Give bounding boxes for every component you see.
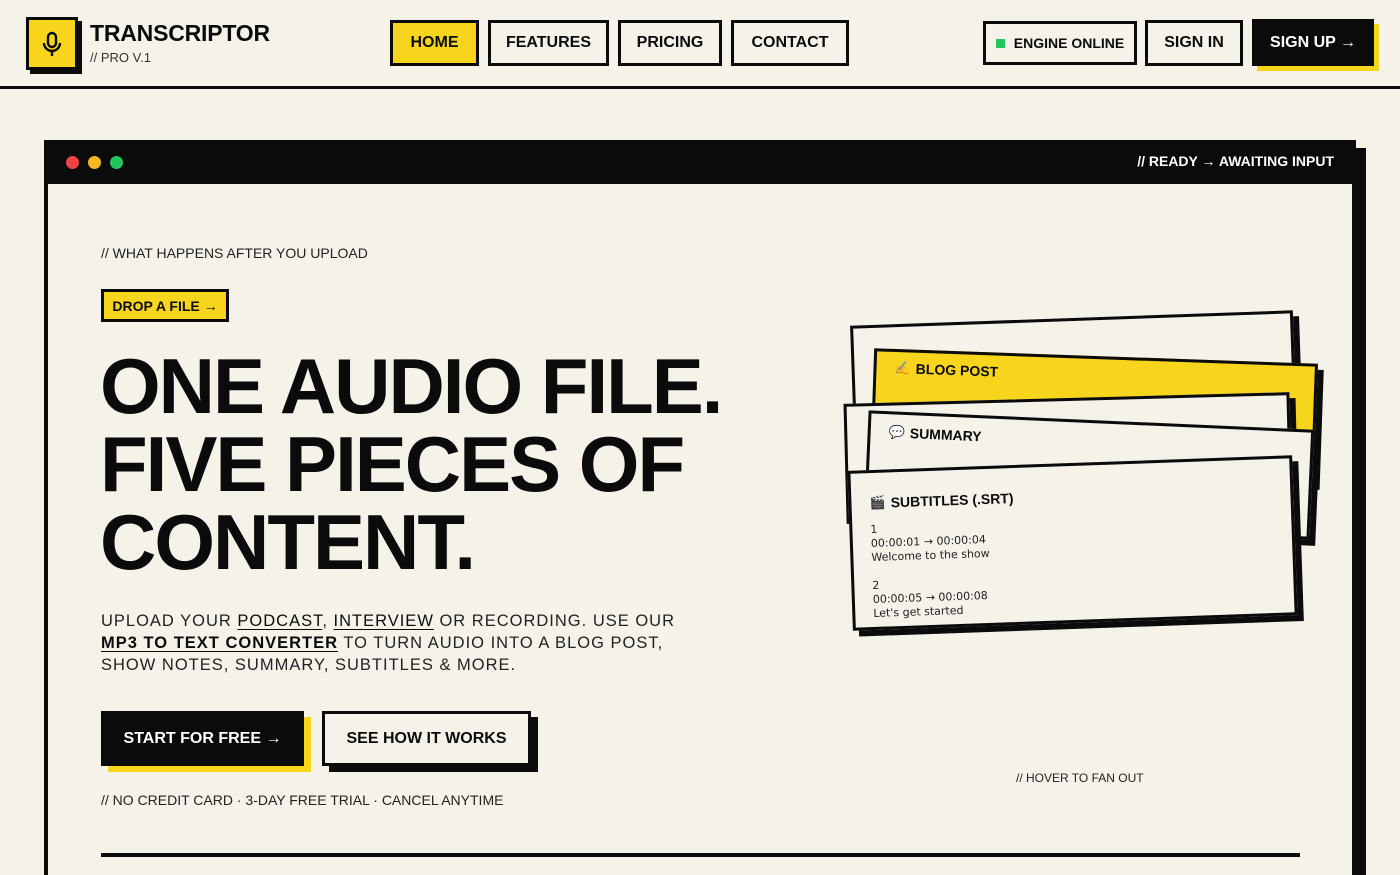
window-minimize-dot bbox=[88, 156, 101, 169]
hero-description: UPLOAD YOUR PODCAST, INTERVIEW OR RECORD… bbox=[101, 610, 711, 676]
engine-status-badge: ENGINE ONLINE bbox=[983, 21, 1137, 65]
see-how-it-works-button[interactable]: SEE HOW IT WORKS bbox=[322, 711, 531, 766]
window-maximize-dot bbox=[110, 156, 123, 169]
drop-file-button[interactable]: DROP A FILE → bbox=[101, 289, 229, 322]
microphone-icon bbox=[42, 31, 62, 56]
hover-hint: // HOVER TO FAN OUT bbox=[1016, 771, 1144, 785]
speech-bubble-icon: 💬 bbox=[888, 424, 906, 440]
clapperboard-icon: 🎬 bbox=[869, 494, 886, 511]
headline-line-1: ONE AUDIO FILE. bbox=[100, 342, 723, 430]
card-title-subtitles: SUBTITLES (.SRT) bbox=[890, 490, 1014, 511]
desc-text-1: UPLOAD YOUR bbox=[101, 612, 238, 630]
sign-up-button[interactable]: SIGN UP → bbox=[1252, 19, 1374, 66]
nav-pricing[interactable]: PRICING bbox=[618, 20, 722, 66]
start-for-free-button[interactable]: START FOR FREE → bbox=[101, 711, 304, 766]
nav-home[interactable]: HOME bbox=[390, 20, 479, 66]
window-titlebar: // READY → AWAITING INPUT bbox=[44, 140, 1356, 184]
logo-mark[interactable] bbox=[26, 17, 78, 70]
desc-text-2: , bbox=[322, 612, 334, 630]
window-close-dot bbox=[66, 156, 79, 169]
headline-line-2: FIVE PIECES OF bbox=[100, 420, 685, 508]
desc-text-3: OR RECORDING. USE OUR bbox=[433, 612, 675, 630]
card-title-blog-post: BLOG POST bbox=[915, 360, 999, 380]
podcast-link[interactable]: PODCAST bbox=[237, 612, 322, 630]
headline-line-3: CONTENT. bbox=[100, 498, 476, 586]
status-dot-icon bbox=[995, 38, 1005, 48]
engine-status-label: ENGINE ONLINE bbox=[1013, 35, 1125, 51]
brand-version: // PRO V.1 bbox=[90, 50, 151, 65]
section-divider bbox=[101, 853, 1300, 857]
srt-preview: 1 00:00:01 → 00:00:04 Welcome to the sho… bbox=[870, 519, 992, 621]
pencil-icon: ✍️ bbox=[894, 360, 912, 376]
fine-print: // NO CREDIT CARD · 3-DAY FREE TRIAL · C… bbox=[101, 792, 504, 808]
interview-link[interactable]: INTERVIEW bbox=[334, 612, 434, 630]
window-status-text: // READY → AWAITING INPUT bbox=[1137, 153, 1334, 169]
hero-eyebrow: // WHAT HAPPENS AFTER YOU UPLOAD bbox=[101, 245, 368, 261]
card-title-summary: SUMMARY bbox=[909, 425, 982, 445]
hero-headline: ONE AUDIO FILE. FIVE PIECES OF CONTENT. bbox=[100, 342, 723, 586]
output-card-subtitles[interactable]: 🎬 SUBTITLES (.SRT) 1 00:00:01 → 00:00:04… bbox=[847, 455, 1298, 631]
nav-contact[interactable]: CONTACT bbox=[731, 20, 849, 66]
brand-name[interactable]: TRANSCRIPTOR bbox=[90, 20, 270, 47]
srt-caption: Let's get started bbox=[873, 603, 964, 620]
sign-in-button[interactable]: SIGN IN bbox=[1145, 20, 1243, 66]
nav-features[interactable]: FEATURES bbox=[488, 20, 609, 66]
mp3-to-text-link[interactable]: MP3 TO TEXT CONVERTER bbox=[101, 634, 338, 652]
top-header: TRANSCRIPTOR // PRO V.1 HOME FEATURES PR… bbox=[0, 0, 1400, 89]
